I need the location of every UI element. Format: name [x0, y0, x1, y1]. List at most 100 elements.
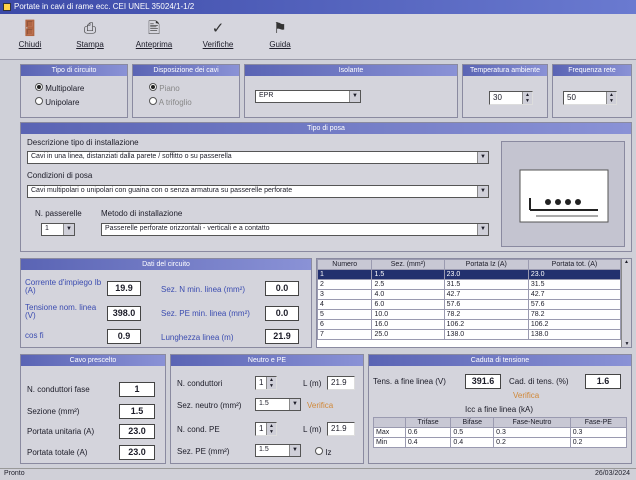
table-row[interactable]: 2 2.5 31.5 31.5	[316, 279, 622, 290]
print-button[interactable]: ⎙ Stampa	[68, 18, 112, 56]
sections-table-panel: Numero Sez. (mm²) Portata Iz (A) Portata…	[316, 258, 632, 348]
neutral-count-spinner[interactable]: 1 ▲ ▼	[255, 376, 277, 390]
radio-unipolare[interactable]: Unipolare	[35, 97, 79, 107]
neutral-length-input[interactable]: 21.9	[327, 376, 355, 390]
install-conditions-select[interactable]: Cavi multipolari o unipolari con guaina …	[27, 185, 489, 198]
column-header: Trifase	[404, 417, 452, 428]
title-bar: Portate in cavi di rame ecc. CEI UNEL 35…	[0, 0, 636, 14]
selected-cable-header: Cavo prescelto	[21, 355, 165, 366]
toolbar: 🚪 Chiudi ⎙ Stampa 🖹 Anteprima ✓ Verifich…	[0, 14, 636, 60]
radio-multipolare[interactable]: Multipolare	[35, 83, 84, 93]
disposition-header: Disposizione dei cavi	[133, 65, 239, 76]
current-label: Corrente d'impiego Ib (A)	[25, 278, 102, 295]
end-voltage-label: Tens. a fine linea (V)	[373, 377, 446, 386]
trays-count-label: N. passerelle	[35, 209, 82, 218]
chevron-down-icon[interactable]: ▼	[477, 152, 488, 163]
insulation-header: Isolante	[245, 65, 457, 76]
column-header[interactable]: Portata Iz (A)	[443, 259, 529, 270]
radio-indicator	[35, 97, 43, 105]
voltage-input[interactable]: 398.0	[107, 306, 141, 321]
insulation-select[interactable]: EPR ▼	[255, 90, 361, 103]
radio-indicator	[35, 83, 43, 91]
circuit-type-panel: Tipo di circuito Multipolare Unipolare	[20, 64, 128, 118]
chevron-down-icon[interactable]: ▼	[349, 91, 360, 102]
check-icon: ✓	[211, 20, 225, 37]
table-row[interactable]: 1 1.5 23.0 23.0	[316, 269, 622, 280]
help-icon: ⚑	[273, 20, 287, 37]
table-row[interactable]: 4 6.0 57.6 57.6	[316, 299, 622, 310]
preview-button[interactable]: 🖹 Anteprima	[132, 18, 176, 56]
column-header[interactable]: Numero	[316, 259, 373, 270]
selected-cable-panel: Cavo prescelto N. conduttori fase 1 Sezi…	[20, 354, 166, 464]
table-row: Max 0.6 0.5 0.3 0.3	[373, 427, 628, 438]
close-button[interactable]: 🚪 Chiudi	[8, 18, 52, 56]
pe-count-spinner[interactable]: 1 ▲ ▼	[255, 422, 277, 436]
trays-count-select[interactable]: 1 ▼	[41, 223, 75, 236]
column-header: Bifase	[450, 417, 495, 428]
radio-indicator	[149, 97, 157, 105]
column-header[interactable]: Sez. (mm²)	[371, 259, 445, 270]
installation-panel: Tipo di posa Descrizione tipo di install…	[20, 122, 632, 252]
neutral-section-select[interactable]: 1.5 ▼	[255, 398, 301, 411]
table-row[interactable]: 5 10.0 78.2 78.2	[316, 309, 622, 320]
neutral-min-input[interactable]: 0.0	[265, 281, 299, 296]
help-button[interactable]: ⚑ Guida	[258, 18, 302, 56]
sections-table: Numero Sez. (mm²) Portata Iz (A) Portata…	[316, 259, 622, 340]
temperature-spinner[interactable]: 30 ▲ ▼	[489, 91, 533, 105]
scroll-up-icon[interactable]: ▲	[622, 259, 631, 265]
frequency-header: Frequenza rete	[553, 65, 631, 76]
voltage-drop-header: Caduta di tensione	[369, 355, 631, 366]
cosfi-input[interactable]: 0.9	[107, 329, 141, 344]
unit-capacity-label: Portata unitaria (A)	[27, 427, 95, 436]
column-header: Fase-PE	[569, 417, 628, 428]
spinner-arrows-icon[interactable]: ▲ ▼	[606, 92, 616, 104]
table-row[interactable]: 3 4.0 42.7 42.7	[316, 289, 622, 300]
column-header[interactable]: Portata tot. (A)	[527, 259, 622, 270]
pe-section-label: Sez. PE (mm²)	[177, 447, 230, 456]
circuit-data-panel: Dati del circuito Corrente d'impiego Ib …	[20, 258, 312, 348]
voltage-label: Tensione nom. linea (V)	[25, 303, 97, 320]
frequency-spinner[interactable]: 50 ▲ ▼	[563, 91, 617, 105]
chevron-down-icon[interactable]: ▼	[477, 186, 488, 197]
pe-section-select[interactable]: 1.5 ▼	[255, 444, 301, 457]
radio-piano[interactable]: Piano	[149, 83, 180, 93]
scroll-down-icon[interactable]: ▼	[622, 341, 632, 347]
phase-count-value: 1	[119, 382, 155, 397]
total-capacity-value: 23.0	[119, 445, 155, 460]
temperature-header: Temperatura ambiente	[463, 65, 547, 76]
iz-checkbox[interactable]: Iz	[315, 447, 331, 457]
spinner-arrows-icon[interactable]: ▲ ▼	[266, 423, 276, 435]
installation-descr-select[interactable]: Cavi in una linea, distanziati dalla par…	[27, 151, 489, 164]
preview-icon: 🖹	[147, 20, 161, 37]
table-row[interactable]: 7 25.0 138.0 138.0	[316, 329, 622, 340]
neutral-pe-header: Neutro e PE	[171, 355, 363, 366]
pe-min-input[interactable]: 0.0	[265, 306, 299, 321]
cable-tray-icon	[519, 169, 609, 223]
spinner-arrows-icon[interactable]: ▲ ▼	[522, 92, 532, 104]
table-scrollbar[interactable]: ▲ ▼	[621, 259, 631, 347]
installation-diagram	[501, 141, 625, 247]
radio-trifoglio[interactable]: A trifoglio	[149, 97, 192, 107]
chevron-down-icon[interactable]: ▼	[289, 399, 300, 410]
verify-button[interactable]: ✓ Verifiche	[196, 18, 240, 56]
line-length-input[interactable]: 21.9	[265, 329, 299, 344]
install-method-select[interactable]: Passerelle perforate orizzontali - verti…	[101, 223, 489, 236]
chevron-down-icon[interactable]: ▼	[477, 224, 488, 235]
neutral-count-label: N. conduttori	[177, 379, 223, 388]
installation-header: Tipo di posa	[21, 123, 631, 134]
column-header: Fase-Neutro	[493, 417, 571, 428]
door-icon: 🚪	[20, 20, 40, 37]
radio-indicator	[149, 83, 157, 91]
pe-length-input[interactable]: 21.9	[327, 422, 355, 436]
line-length-label: Lunghezza linea (m)	[161, 333, 234, 342]
temperature-panel: Temperatura ambiente 30 ▲ ▼	[462, 64, 548, 118]
icc-table: Trifase Bifase Fase-Neutro Fase-PE Max 0…	[373, 417, 628, 448]
table-row[interactable]: 6 16.0 106.2 106.2	[316, 319, 622, 330]
chevron-down-icon[interactable]: ▼	[63, 224, 74, 235]
frequency-panel: Frequenza rete 50 ▲ ▼	[552, 64, 632, 118]
current-input[interactable]: 19.9	[107, 281, 141, 296]
chevron-down-icon[interactable]: ▼	[289, 445, 300, 456]
spinner-arrows-icon[interactable]: ▲ ▼	[266, 377, 276, 389]
drop-percent-label: Cad. di tens. (%)	[509, 377, 569, 386]
printer-icon: ⎙	[83, 20, 96, 37]
